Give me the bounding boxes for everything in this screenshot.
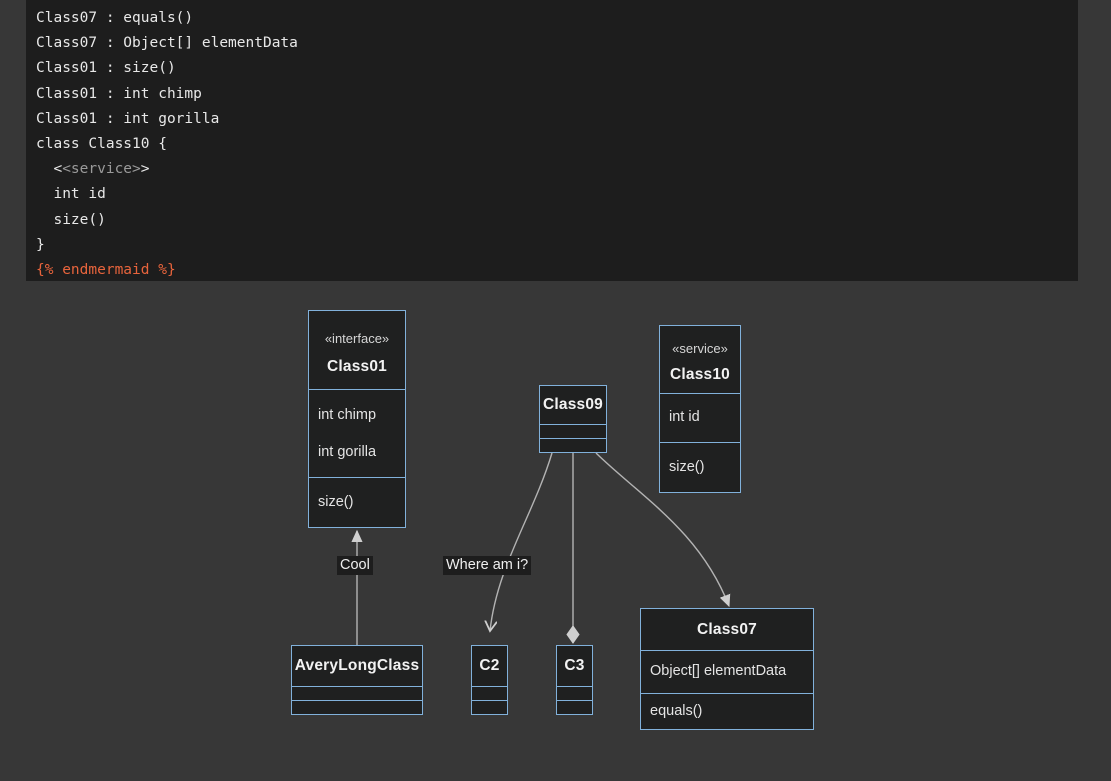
uml-node-class10[interactable]: «service» Class10 int id size() <box>659 325 741 493</box>
code-token: > <box>140 161 150 178</box>
uml-node-class01[interactable]: «interface» Class01 int chimp int gorill… <box>308 310 406 528</box>
class10-methods: size() <box>660 442 740 492</box>
c3-methods <box>557 700 592 714</box>
uml-node-averylongclass[interactable]: AveryLongClass <box>291 645 423 715</box>
page-root: Class07 : equals() Class07 : Object[] ele… <box>0 0 1111 781</box>
class01-methods: size() <box>309 477 405 527</box>
code-token: int id <box>36 186 106 203</box>
code-token: size() <box>36 211 106 228</box>
uml-node-class07[interactable]: Class07 Object[] elementData equals() <box>640 608 814 730</box>
class01-method: size() <box>318 494 354 510</box>
class07-title: Class07 <box>696 620 757 638</box>
class07-attributes: Object[] elementData <box>641 650 813 692</box>
c2-attributes <box>472 686 507 700</box>
class07-methods: equals() <box>641 692 813 729</box>
averylongclass-methods <box>292 700 422 714</box>
class10-title: Class10 <box>669 366 730 384</box>
class01-stereotype: «interface» <box>324 330 390 346</box>
code-token: <service> <box>62 161 141 178</box>
uml-node-c3[interactable]: C3 <box>556 645 593 715</box>
class01-attribute: int chimp <box>318 406 377 423</box>
c3-title: C3 <box>564 657 585 674</box>
class01-attribute: int gorilla <box>318 443 377 460</box>
edge-class09-to-c2 <box>490 452 553 631</box>
c2-title: C2 <box>479 657 500 674</box>
edge-label-cool: Cool <box>337 556 373 575</box>
c3-header: C3 <box>557 646 592 686</box>
uml-class-diagram: Class01 (inheritance, label "Cool") --> … <box>0 281 1111 781</box>
code-line: } <box>26 233 1078 258</box>
class01-header: «interface» Class01 <box>309 311 405 389</box>
class09-header: Class09 <box>540 386 606 424</box>
code-line: {% endmermaid %} <box>26 258 1078 281</box>
code-token: {% endmermaid %} <box>36 261 176 278</box>
class09-methods <box>540 438 606 452</box>
code-line: Class01 : int chimp <box>26 82 1078 107</box>
code-line: Class07 : equals() <box>26 6 1078 31</box>
class07-header: Class07 <box>641 609 813 650</box>
code-line: <<service>> <box>26 157 1078 182</box>
class01-attributes: int chimp int gorilla <box>309 389 405 477</box>
class10-stereotype: «service» <box>672 341 728 357</box>
class07-attribute: Object[] elementData <box>650 663 787 680</box>
code-token: Class01 : size() <box>36 60 176 77</box>
code-token: Class07 : Object[] elementData <box>36 35 298 52</box>
averylongclass-title: AveryLongClass <box>294 657 420 674</box>
code-token: Class01 : int chimp <box>36 85 202 102</box>
edge-label-where-am-i: Where am i? <box>443 556 532 575</box>
uml-node-class09[interactable]: Class09 <box>539 385 607 453</box>
code-line: Class07 : Object[] elementData <box>26 31 1078 56</box>
class09-title: Class09 <box>542 396 603 413</box>
class07-method: equals() <box>650 702 703 719</box>
code-line: size() <box>26 208 1078 233</box>
code-block-lines: Class07 : equals() Class07 : Object[] ele… <box>26 6 1078 281</box>
code-block: Class07 : equals() Class07 : Object[] ele… <box>26 0 1078 281</box>
c2-header: C2 <box>472 646 507 686</box>
class10-attributes: int id <box>660 392 740 443</box>
code-token: Class07 : equals() <box>36 10 194 26</box>
code-line: Class01 : size() <box>26 56 1078 81</box>
class09-attributes <box>540 424 606 438</box>
class10-attribute: int id <box>669 409 700 426</box>
code-token: < <box>36 161 63 178</box>
c3-attributes <box>557 686 592 700</box>
code-line: Class01 : int gorilla <box>26 107 1078 132</box>
code-line: class Class10 { <box>26 132 1078 157</box>
code-token: class Class10 { <box>36 135 167 152</box>
averylongclass-header: AveryLongClass <box>292 646 422 686</box>
class10-method: size() <box>669 459 705 476</box>
averylongclass-attributes <box>292 686 422 700</box>
code-line: int id <box>26 182 1078 207</box>
code-token: } <box>36 236 45 253</box>
class10-header: «service» Class10 <box>660 326 740 393</box>
uml-node-c2[interactable]: C2 <box>471 645 508 715</box>
code-token: Class01 : int gorilla <box>36 110 220 127</box>
c2-methods <box>472 700 507 714</box>
class01-title: Class01 <box>326 357 387 375</box>
